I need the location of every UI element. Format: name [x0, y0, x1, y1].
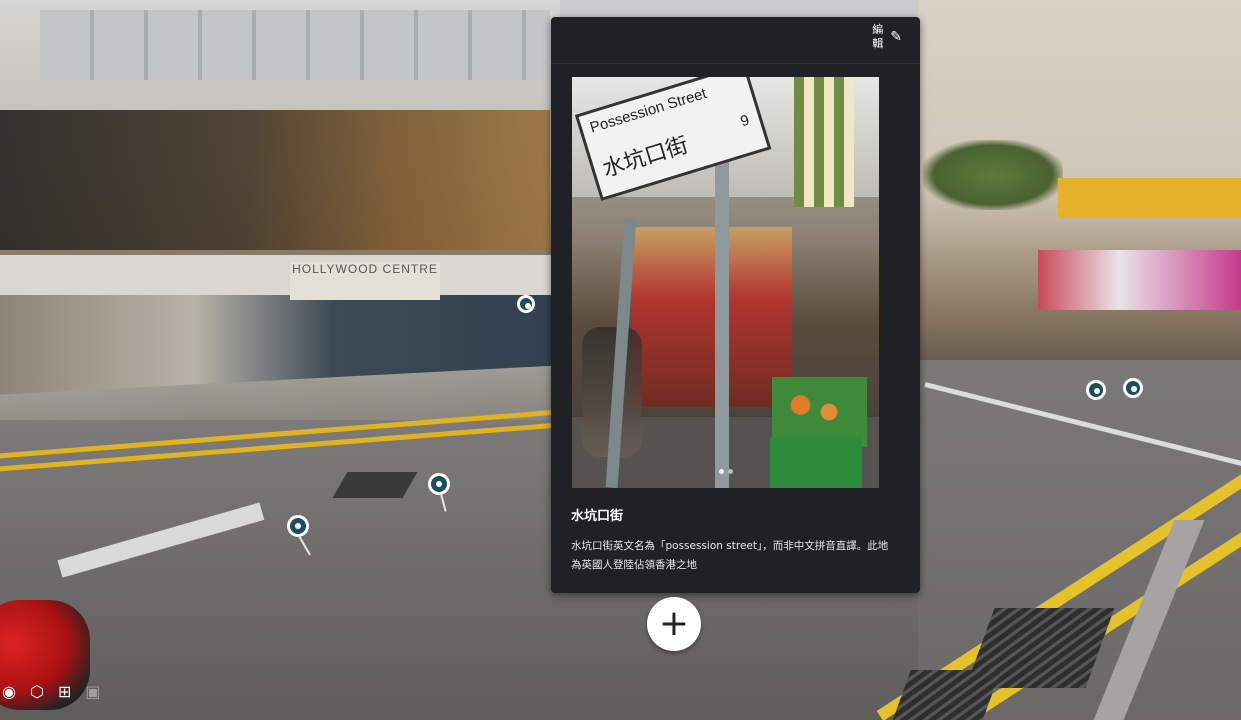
- cube-icon[interactable]: ⬡: [30, 682, 44, 701]
- carousel-dots: [572, 459, 879, 478]
- street-sign-number: 9: [738, 111, 752, 131]
- hollywood-centre-sign: HOLLYWOOD CENTRE: [290, 262, 440, 300]
- bottom-toolbar: ◉ ⬡ ⊞ ▣: [0, 682, 100, 701]
- camera-icon[interactable]: ◉: [2, 682, 16, 701]
- carousel-dot[interactable]: [718, 469, 724, 474]
- nav-pin[interactable]: [1086, 380, 1106, 400]
- nav-pin[interactable]: [287, 515, 309, 537]
- nav-pin[interactable]: [428, 473, 450, 495]
- tree: [923, 140, 1063, 210]
- right-building: [918, 0, 1241, 380]
- edit-button[interactable]: 編輯 ✎: [872, 23, 902, 51]
- facade-band: [0, 255, 555, 295]
- photo-awning: [794, 77, 854, 207]
- pencil-icon: ✎: [890, 29, 902, 45]
- street-sign-chinese: 水坑口街: [599, 132, 692, 183]
- layout-icon[interactable]: ⊞: [58, 682, 71, 701]
- edit-label: 編輯: [872, 23, 884, 50]
- shop-sign-pink: [1038, 250, 1241, 310]
- nav-pin[interactable]: [1123, 378, 1143, 398]
- glass-storefront: [0, 110, 550, 250]
- photo-pole: [715, 157, 729, 488]
- photo-shopfront: [632, 227, 792, 407]
- image-icon[interactable]: ▣: [85, 682, 100, 701]
- left-building: [0, 0, 560, 425]
- add-button[interactable]: +: [647, 597, 701, 651]
- shop-sign-yellow: [1058, 178, 1241, 218]
- info-card: 編輯 ✎ Possession Street 水坑口街 9 水坑口街 水坑口街英…: [551, 17, 920, 593]
- plus-icon: +: [658, 603, 690, 644]
- upper-windows: [40, 10, 550, 80]
- card-title: 水坑口街: [571, 509, 624, 524]
- nav-pin[interactable]: [517, 295, 535, 313]
- carousel-dot[interactable]: [727, 469, 733, 474]
- card-header: 編輯 ✎: [551, 17, 920, 64]
- location-photo[interactable]: Possession Street 水坑口街 9: [572, 77, 879, 488]
- card-description: 水坑口街英文名為「possession street」，而非中文拼音直譯。此地為…: [571, 540, 889, 571]
